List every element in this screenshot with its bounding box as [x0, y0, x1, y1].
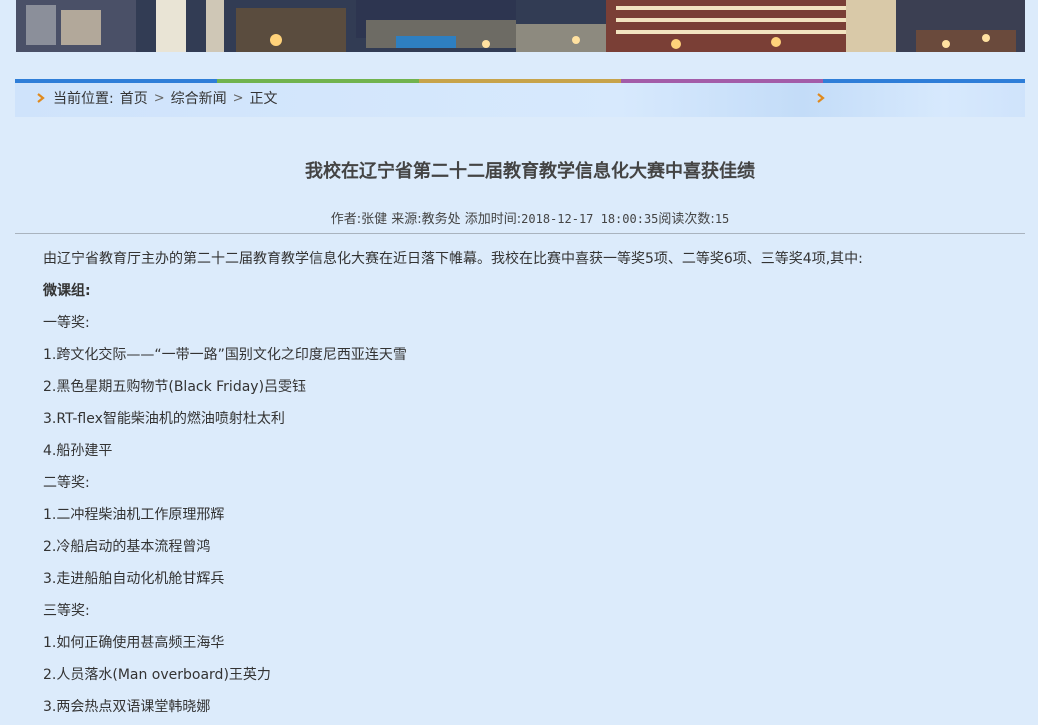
chevron-right-icon: [37, 93, 45, 103]
stripe-segment: [217, 79, 419, 83]
article-title: 我校在辽宁省第二十二届教育教学信息化大赛中喜获佳绩: [305, 161, 755, 182]
stripe-segment: [419, 79, 621, 83]
article-paragraph: 二等奖:: [43, 475, 90, 491]
article-paragraph: 3.走进船舶自动化机舱甘辉兵: [43, 571, 225, 587]
article-meta: 作者:张健 来源:教务处 添加时间:2018-12-17 18:00:35阅读次…: [0, 208, 1038, 227]
article-paragraph: 三等奖:: [43, 603, 90, 619]
meta-time: 2018-12-17 18:00:35: [521, 212, 659, 226]
article-paragraph: 由辽宁省教育厅主办的第二十二届教育教学信息化大赛在近日落下帷幕。我校在比赛中喜获…: [43, 251, 863, 267]
article-paragraph: 2.黑色星期五购物节(Black Friday)吕雯钰: [43, 379, 307, 395]
article-paragraph: 2.人员落水(Man overboard)王英力: [43, 667, 271, 683]
campus-banner-image: [16, 0, 1025, 52]
article-body: 由辽宁省教育厅主办的第二十二届教育教学信息化大赛在近日落下帷幕。我校在比赛中喜获…: [43, 244, 1013, 724]
meta-views: 15: [714, 212, 730, 226]
breadcrumb-home-link[interactable]: 首页: [120, 88, 148, 108]
breadcrumb-current: 正文: [249, 91, 278, 107]
color-stripe: [15, 79, 1025, 83]
chevron-right-icon: [817, 93, 825, 103]
breadcrumb-separator: >: [153, 90, 165, 106]
article-paragraph: 3.两会热点双语课堂韩晓娜: [43, 699, 211, 715]
meta-author-source: 作者:张健 来源:教务处 添加时间:: [330, 212, 522, 227]
article-paragraph: 1.如何正确使用甚高频王海华: [43, 635, 225, 651]
article-paragraph: 4.船孙建平: [43, 443, 113, 459]
breadcrumb-news-link[interactable]: 综合新闻: [171, 88, 227, 108]
article-paragraph: 一等奖:: [43, 315, 90, 331]
divider: [15, 233, 1025, 234]
breadcrumb-separator: >: [232, 90, 244, 106]
meta-views-label: 阅读次数:: [658, 212, 715, 227]
breadcrumb: 当前位置: 首页 > 综合新闻 > 正文: [15, 79, 1025, 117]
article-paragraph: 3.RT-flex智能柴油机的燃油喷射杜太利: [43, 411, 285, 427]
breadcrumb-prefix: 当前位置:: [53, 91, 114, 107]
article-paragraph: 1.二冲程柴油机工作原理邢辉: [43, 507, 225, 523]
article-section-heading: 微课组:: [43, 283, 91, 299]
article-paragraph: 2.冷船启动的基本流程曾鸿: [43, 539, 211, 555]
stripe-segment: [823, 79, 1025, 83]
stripe-segment: [621, 79, 823, 83]
campus-night-photo: [16, 0, 1025, 52]
article-paragraph: 1.跨文化交际——“一带一路”国别文化之印度尼西亚连天雪: [43, 347, 407, 363]
stripe-segment: [15, 79, 217, 83]
